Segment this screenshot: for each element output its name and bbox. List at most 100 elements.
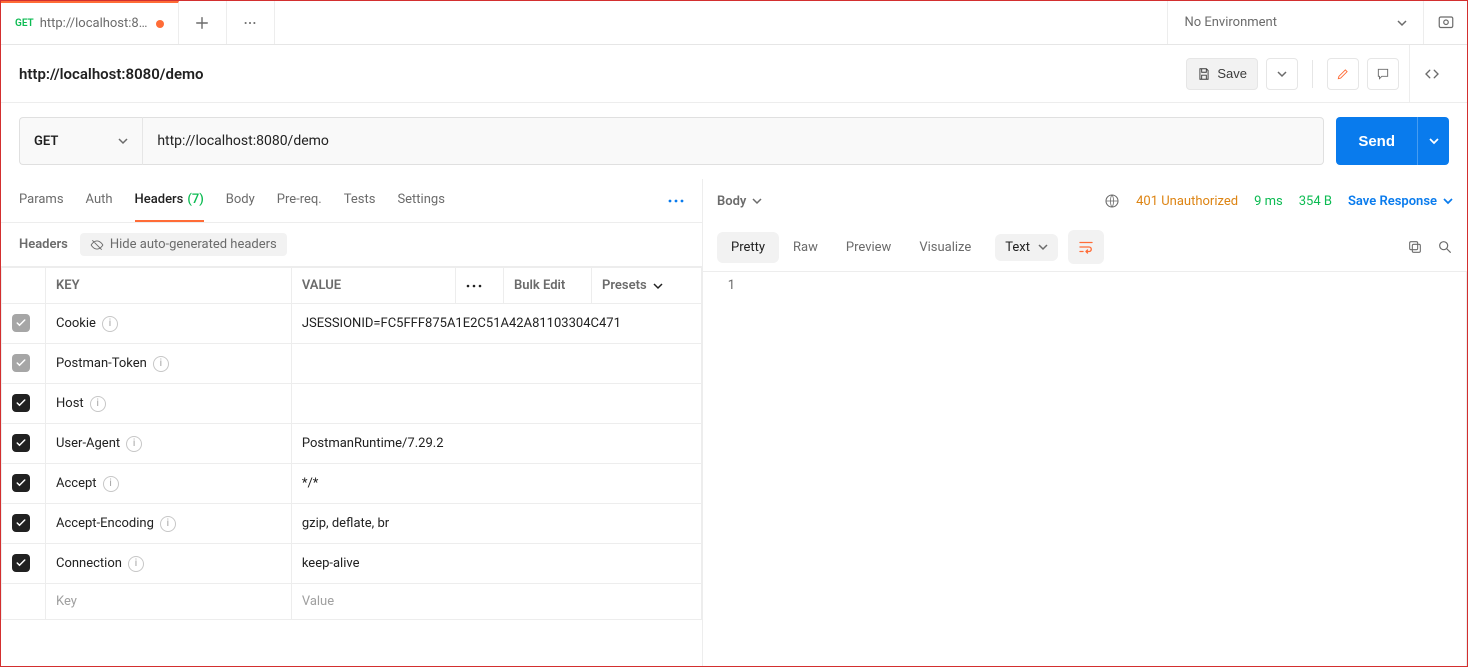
header-key[interactable]: Cookie: [56, 316, 96, 331]
header-enabled-checkbox[interactable]: [12, 474, 30, 492]
search-response-button[interactable]: [1437, 239, 1453, 255]
tab-body[interactable]: Body: [226, 179, 255, 222]
response-body-content[interactable]: [745, 272, 1466, 666]
hide-autogenerated-label: Hide auto-generated headers: [110, 237, 277, 252]
code-icon: [1423, 65, 1441, 83]
chevron-down-icon: [653, 281, 663, 291]
header-value[interactable]: gzip, deflate, br: [302, 516, 389, 531]
response-status: 401 Unauthorized: [1136, 194, 1238, 209]
url-value: http://localhost:8080/demo: [157, 133, 329, 149]
header-value[interactable]: PostmanRuntime/7.29.2: [302, 436, 444, 451]
copy-icon: [1407, 239, 1423, 255]
code-snippet-button[interactable]: [1409, 45, 1453, 102]
header-key[interactable]: Accept: [56, 476, 97, 491]
environment-quick-look-button[interactable]: [1423, 1, 1467, 44]
view-visualize[interactable]: Visualize: [905, 232, 985, 263]
info-icon[interactable]: i: [103, 476, 119, 492]
header-key[interactable]: User-Agent: [56, 436, 120, 451]
info-icon[interactable]: i: [160, 516, 176, 532]
response-type-select[interactable]: Text: [995, 234, 1058, 261]
save-icon: [1197, 67, 1211, 81]
method-value: GET: [34, 134, 58, 149]
info-icon[interactable]: i: [102, 316, 118, 332]
info-icon[interactable]: i: [128, 556, 144, 572]
header-enabled-checkbox[interactable]: [12, 434, 30, 452]
hide-autogenerated-toggle[interactable]: Hide auto-generated headers: [80, 233, 287, 256]
info-icon[interactable]: i: [90, 396, 106, 412]
presets-label: Presets: [602, 278, 647, 293]
col-value: VALUE: [291, 268, 455, 304]
tab-title: http://localhost:8080/c: [40, 16, 150, 31]
chevron-down-icon: [1038, 242, 1048, 252]
tab-tests[interactable]: Tests: [344, 179, 376, 222]
edit-button[interactable]: [1327, 58, 1359, 90]
chevron-down-icon: [1443, 196, 1453, 206]
wrap-lines-button[interactable]: [1068, 230, 1104, 264]
response-type-label: Text: [1005, 240, 1030, 255]
header-key[interactable]: Connection: [56, 556, 122, 571]
response-view-switch: Pretty Raw Preview Visualize: [717, 232, 985, 263]
environment-select[interactable]: No Environment: [1167, 1, 1423, 44]
request-tab[interactable]: GET http://localhost:8080/c: [1, 1, 179, 44]
bulk-edit-button[interactable]: Bulk Edit: [504, 268, 592, 304]
tab-overflow-button[interactable]: [227, 1, 275, 44]
tab-method-badge: GET: [15, 18, 34, 29]
header-key[interactable]: Accept-Encoding: [56, 516, 154, 531]
method-select[interactable]: GET: [19, 117, 142, 165]
info-icon[interactable]: i: [126, 436, 142, 452]
headers-table: KEY VALUE Bulk Edit Presets: [1, 267, 702, 620]
response-size: 354 B: [1299, 194, 1332, 209]
view-raw[interactable]: Raw: [779, 232, 832, 263]
save-button[interactable]: Save: [1186, 58, 1258, 90]
tab-params[interactable]: Params: [19, 179, 64, 222]
unsaved-dot-icon: [156, 20, 164, 28]
line-number: 1: [703, 272, 745, 666]
header-enabled-checkbox[interactable]: [12, 554, 30, 572]
header-enabled-checkbox[interactable]: [12, 354, 30, 372]
presets-button[interactable]: Presets: [592, 268, 702, 304]
table-row: Hosti: [2, 384, 702, 424]
save-response-button[interactable]: Save Response: [1348, 194, 1453, 209]
header-value-input[interactable]: Value: [302, 594, 334, 609]
col-more-button[interactable]: [456, 268, 504, 304]
request-options-button[interactable]: [668, 199, 684, 203]
table-row: Postman-Token i: [2, 344, 702, 384]
tab-headers-count: (7): [187, 192, 203, 207]
response-time: 9 ms: [1254, 194, 1283, 209]
header-enabled-checkbox[interactable]: [12, 394, 30, 412]
header-key[interactable]: Host: [56, 396, 84, 411]
response-body-label: Body: [717, 194, 746, 209]
tab-prereq[interactable]: Pre-req.: [277, 179, 322, 222]
header-enabled-checkbox[interactable]: [12, 314, 30, 332]
request-name: http://localhost:8080/demo: [19, 65, 204, 83]
table-row: User-Agent i PostmanRuntime/7.29.2: [2, 424, 702, 464]
new-tab-button[interactable]: [179, 1, 227, 44]
view-pretty[interactable]: Pretty: [717, 232, 779, 263]
save-button-label: Save: [1217, 66, 1247, 81]
comment-button[interactable]: [1367, 58, 1399, 90]
header-value[interactable]: keep-alive: [302, 556, 360, 571]
copy-response-button[interactable]: [1407, 239, 1423, 255]
tab-headers[interactable]: Headers (7): [135, 179, 204, 222]
table-row: Accepti */*: [2, 464, 702, 504]
search-icon: [1437, 239, 1453, 255]
response-body-tab[interactable]: Body: [717, 194, 762, 209]
comment-icon: [1376, 67, 1390, 81]
tab-auth[interactable]: Auth: [86, 179, 113, 222]
header-value[interactable]: */*: [302, 476, 319, 491]
globe-icon[interactable]: [1104, 193, 1120, 209]
header-value[interactable]: JSESSIONID=FC5FFF875A1E2C51A42A81103304C…: [302, 316, 621, 331]
view-preview[interactable]: Preview: [832, 232, 905, 263]
tab-settings[interactable]: Settings: [397, 179, 444, 222]
header-key[interactable]: Postman-Token: [56, 356, 147, 371]
header-enabled-checkbox[interactable]: [12, 514, 30, 532]
table-row-placeholder: Key Value: [2, 584, 702, 620]
save-options-button[interactable]: [1266, 58, 1298, 90]
table-row: Connection i keep-alive: [2, 544, 702, 584]
eye-off-icon: [90, 238, 104, 252]
info-icon[interactable]: i: [153, 356, 169, 372]
send-button[interactable]: Send: [1336, 117, 1417, 165]
header-key-input[interactable]: Key: [56, 594, 77, 609]
url-input[interactable]: http://localhost:8080/demo: [142, 117, 1324, 165]
send-options-button[interactable]: [1417, 117, 1449, 165]
